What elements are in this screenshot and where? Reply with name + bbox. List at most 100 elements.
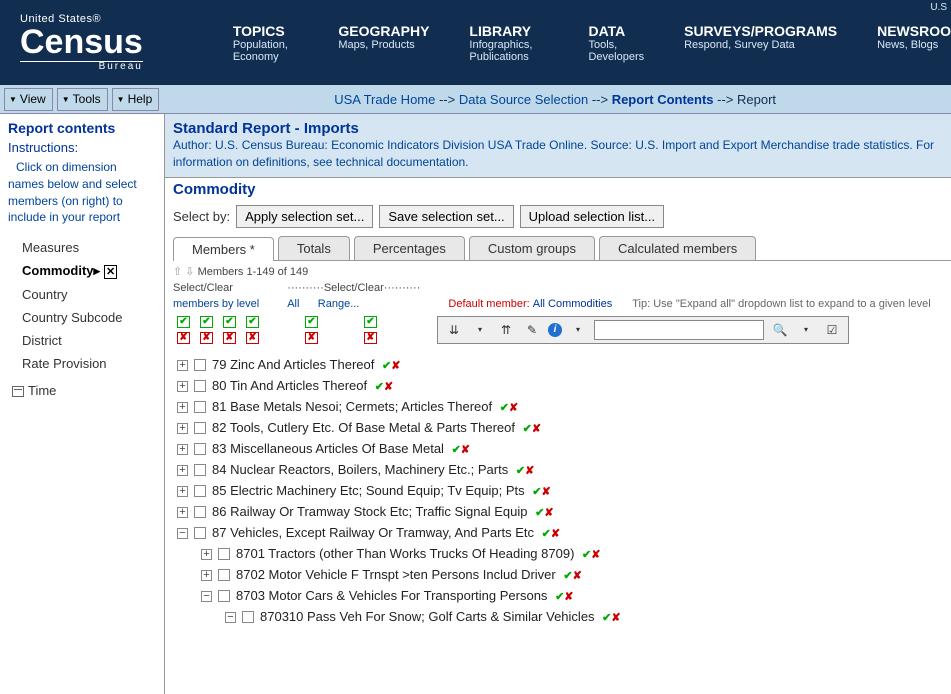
save-selection-button[interactable]: Save selection set...: [379, 205, 513, 228]
dimension-item[interactable]: Rate Provision: [22, 352, 156, 375]
node-label[interactable]: 83 Miscellaneous Articles Of Base Metal: [212, 441, 444, 456]
expand-icon[interactable]: +: [177, 465, 188, 476]
nav-item[interactable]: DATATools, Developers: [588, 23, 644, 63]
node-label[interactable]: 84 Nuclear Reactors, Boilers, Machinery …: [212, 462, 508, 477]
check-icon[interactable]: ✔: [535, 507, 544, 519]
menu-help[interactable]: ▼ Help: [112, 88, 160, 111]
node-checkbox[interactable]: [218, 590, 230, 602]
dimension-item[interactable]: Country Subcode: [22, 306, 156, 329]
check-icon[interactable]: ✔: [500, 402, 509, 414]
options-dropdown-icon[interactable]: [568, 320, 588, 340]
expand-icon[interactable]: +: [201, 570, 212, 581]
search-input[interactable]: [594, 320, 764, 340]
dimension-item[interactable]: Commodity▸✕: [22, 259, 156, 283]
node-checkbox[interactable]: [218, 569, 230, 581]
x-icon[interactable]: ✘: [541, 486, 550, 498]
dimension-item[interactable]: Measures: [22, 236, 156, 259]
nav-item[interactable]: LIBRARYInfographics, Publications: [469, 23, 548, 63]
node-checkbox[interactable]: [194, 401, 206, 413]
collapse-icon[interactable]: −: [225, 612, 236, 623]
nav-item[interactable]: SURVEYS/PROGRAMSRespond, Survey Data: [684, 23, 837, 51]
range-link[interactable]: Range...: [318, 298, 360, 310]
level-select-icon[interactable]: ✔: [200, 316, 213, 328]
all-clear-icon[interactable]: ✘: [305, 332, 318, 344]
node-label[interactable]: 8702 Motor Vehicle F Trnspt >ten Persons…: [236, 567, 556, 582]
node-checkbox[interactable]: [194, 506, 206, 518]
level-select-icon[interactable]: ✔: [177, 316, 190, 328]
crumb-report-contents[interactable]: Report Contents: [612, 92, 714, 107]
dimension-item[interactable]: Country: [22, 283, 156, 306]
collapse-icon[interactable]: −: [177, 528, 188, 539]
node-checkbox[interactable]: [194, 443, 206, 455]
check-icon[interactable]: ✔: [602, 612, 611, 624]
x-icon[interactable]: ✘: [591, 549, 600, 561]
node-label[interactable]: 85 Electric Machinery Etc; Sound Equip; …: [212, 483, 525, 498]
node-label[interactable]: 8701 Tractors (other Than Works Trucks O…: [236, 546, 574, 561]
menu-tools[interactable]: ▼ Tools: [57, 88, 108, 111]
nav-item[interactable]: NEWSROONews, Blogs: [877, 23, 951, 51]
node-label[interactable]: 86 Railway Or Tramway Stock Etc; Traffic…: [212, 504, 528, 519]
expand-tree-icon[interactable]: ⇊: [444, 320, 464, 340]
info-icon[interactable]: i: [548, 323, 562, 337]
range-select-icon[interactable]: ✔: [364, 316, 377, 328]
expand-icon[interactable]: +: [177, 381, 188, 392]
all-select-icon[interactable]: ✔: [305, 316, 318, 328]
expand-dropdown-icon[interactable]: [470, 320, 490, 340]
up-arrow-icon[interactable]: ⇧: [173, 266, 182, 278]
node-label[interactable]: 82 Tools, Cutlery Etc. Of Base Metal & P…: [212, 420, 515, 435]
check-icon[interactable]: ✔: [542, 528, 551, 540]
dimension-item[interactable]: District: [22, 329, 156, 352]
sidebar-time[interactable]: Time: [12, 383, 156, 398]
level-clear-icon[interactable]: ✘: [177, 332, 190, 344]
highlight-icon[interactable]: ✎: [522, 320, 542, 340]
tab[interactable]: Totals: [278, 236, 350, 260]
x-icon[interactable]: ✘: [544, 507, 553, 519]
find-dropdown-icon[interactable]: [796, 320, 816, 340]
crumb-data-source[interactable]: Data Source Selection: [459, 92, 588, 107]
expand-icon[interactable]: +: [201, 549, 212, 560]
check-icon[interactable]: ✔: [452, 444, 461, 456]
nav-item[interactable]: TOPICSPopulation, Economy: [233, 23, 299, 63]
level-clear-icon[interactable]: ✘: [200, 332, 213, 344]
tab[interactable]: Members *: [173, 237, 274, 261]
level-select-icon[interactable]: ✔: [246, 316, 259, 328]
all-link[interactable]: All: [287, 298, 299, 310]
node-checkbox[interactable]: [194, 422, 206, 434]
upload-selection-button[interactable]: Upload selection list...: [520, 205, 664, 228]
level-select-icon[interactable]: ✔: [223, 316, 236, 328]
nav-item[interactable]: GEOGRAPHYMaps, Products: [338, 23, 429, 51]
check-icon[interactable]: ✔: [563, 570, 572, 582]
members-by-level-link[interactable]: members by level: [173, 298, 259, 310]
down-arrow-icon[interactable]: ⇩: [185, 266, 194, 278]
node-checkbox[interactable]: [242, 611, 254, 623]
apply-selection-button[interactable]: Apply selection set...: [236, 205, 373, 228]
node-checkbox[interactable]: [194, 464, 206, 476]
node-checkbox[interactable]: [194, 485, 206, 497]
node-label[interactable]: 8703 Motor Cars & Vehicles For Transport…: [236, 588, 547, 603]
node-checkbox[interactable]: [194, 380, 206, 392]
tab[interactable]: Custom groups: [469, 236, 595, 260]
expand-icon[interactable]: +: [177, 423, 188, 434]
select-found-icon[interactable]: ☑: [822, 320, 842, 340]
check-icon[interactable]: ✔: [555, 591, 564, 603]
x-icon[interactable]: ✘: [509, 402, 518, 414]
x-icon[interactable]: ✘: [573, 570, 582, 582]
expand-icon[interactable]: +: [177, 360, 188, 371]
check-icon[interactable]: ✔: [523, 423, 532, 435]
check-icon[interactable]: ✔: [582, 549, 591, 561]
x-icon[interactable]: ✘: [532, 423, 541, 435]
find-icon[interactable]: 🔍: [770, 320, 790, 340]
node-label[interactable]: 87 Vehicles, Except Railway Or Tramway, …: [212, 525, 534, 540]
x-icon[interactable]: ✘: [384, 381, 393, 393]
menu-view[interactable]: ▼ View: [4, 88, 53, 111]
node-label[interactable]: 79 Zinc And Articles Thereof: [212, 357, 374, 372]
crumb-report[interactable]: Report: [737, 92, 776, 107]
x-icon[interactable]: ✘: [461, 444, 470, 456]
range-clear-icon[interactable]: ✘: [364, 332, 377, 344]
level-clear-icon[interactable]: ✘: [223, 332, 236, 344]
collapse-icon[interactable]: −: [201, 591, 212, 602]
x-icon[interactable]: ✘: [525, 465, 534, 477]
tab[interactable]: Percentages: [354, 236, 465, 260]
level-clear-icon[interactable]: ✘: [246, 332, 259, 344]
x-icon[interactable]: ✘: [391, 360, 400, 372]
